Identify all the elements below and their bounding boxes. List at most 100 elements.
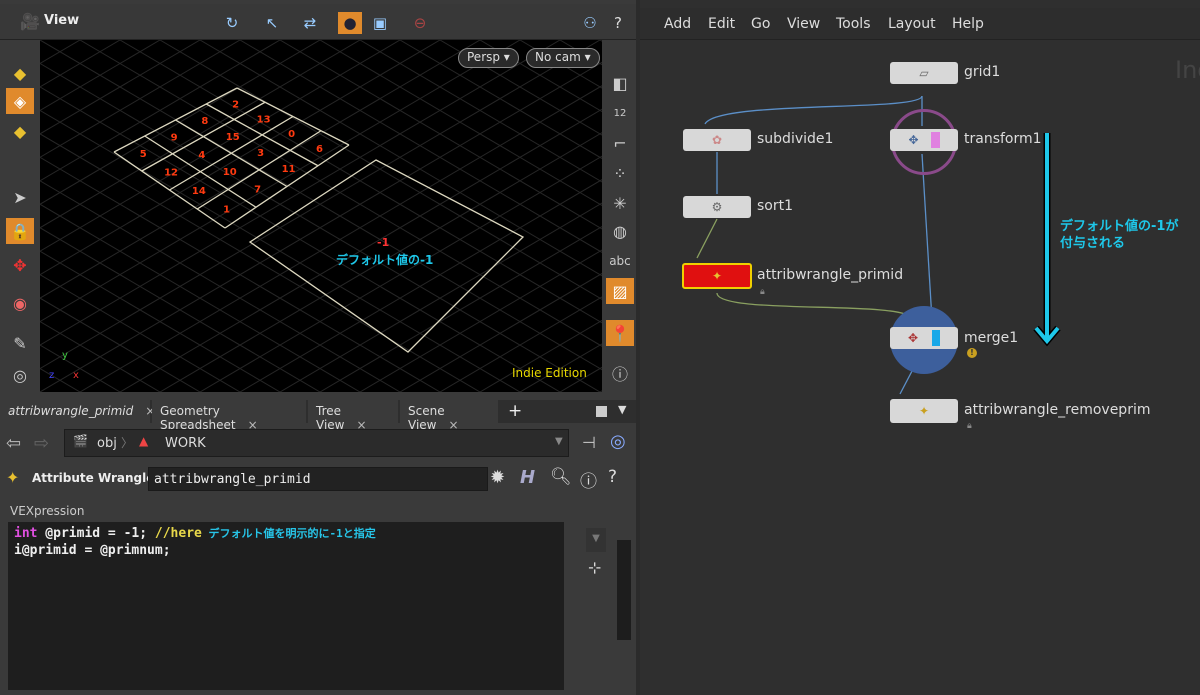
select-primitives-icon[interactable]: ◈ [6,88,34,114]
path-obj[interactable]: obj [97,436,117,451]
menu-layout[interactable]: Layout [888,16,936,32]
pin-pane-icon[interactable]: ⊣ [582,433,596,452]
wrangle-icon: ✦ [918,404,930,418]
frame-icon[interactable]: ▣ [368,12,392,34]
help-icon[interactable]: ? [608,467,617,487]
node-subdivide1[interactable]: ✿ [683,129,751,151]
houdini-help-icon[interactable]: H [520,467,535,488]
align-icon[interactable]: ⊹ [588,558,601,577]
tab-parameters[interactable]: attribwrangle_primid × [0,400,155,423]
node-name-input[interactable] [148,467,488,491]
node-attribwrangle-removeprim[interactable]: ✦ [890,399,958,423]
prim-id-label: 8 [201,116,208,127]
lock-icon[interactable]: 🔒 [6,218,34,244]
point-numbers-icon[interactable]: 12 [606,100,634,126]
render-icon[interactable]: ◎ [6,362,34,388]
ground-grid-line [559,39,1161,393]
tab-scene-view[interactable]: Scene View × [400,400,498,432]
gear-icon[interactable]: ✹ [490,467,505,488]
shading-icon[interactable]: ◍ [606,218,634,244]
axis-x: x [73,370,79,381]
3d-viewport[interactable]: 5 9 8 2 12 4 15 13 14 10 3 0 1 7 11 6 Persp ▾ No cam ▾ … [0,39,1200,393]
camera-view-icon[interactable]: ● [338,12,362,34]
viewport-canvas[interactable]: 5 9 8 2 12 4 15 13 14 10 3 0 1 7 11 6 [0,39,1200,393]
node-merge1[interactable]: ✥ [890,327,958,349]
node-transform1[interactable]: ✥ [890,129,958,151]
pose-icon[interactable]: ◉ [6,290,34,316]
tab-geometry-spreadsheet[interactable]: Geometry Spreadsheet × [152,400,306,432]
menu-view[interactable]: View [787,16,820,32]
transform-handle-icon[interactable]: ✥ [6,252,34,278]
vectors-icon[interactable]: ✳ [606,190,634,216]
display-flag [932,330,941,346]
wire [716,292,913,319]
path-dropdown-icon[interactable]: ▼ [555,436,563,447]
pane-menu-icon[interactable]: ▼ [618,403,626,416]
lock-icon: 🔒︎ [760,287,765,297]
node-attribwrangle-primid[interactable]: ✦ [682,263,752,289]
display-options-icon[interactable]: ◧ [606,70,634,96]
menu-tools[interactable]: Tools [836,16,871,32]
select-arrow-icon[interactable]: ➤ [6,184,34,210]
menu-add[interactable]: Add [664,16,691,32]
scroll-down-icon[interactable]: ▼ [586,528,606,552]
prim-id-label: 6 [316,144,323,155]
info-icon[interactable]: ⓘ [606,360,634,386]
text-display-icon[interactable]: abc [606,248,634,274]
persp-dropdown[interactable]: Persp ▾ [458,48,519,68]
pin-icon[interactable]: 📍 [606,320,634,346]
ground-grid-line [0,39,601,393]
tab-tree-view[interactable]: Tree View × [308,400,398,432]
vex-code-editor[interactable]: int @primid = -1; //here デフォルト値を明示的に-1と指… [8,522,564,690]
help-icon[interactable]: ? [606,12,630,34]
info-icon[interactable]: ⓘ [580,467,597,492]
points-icon[interactable]: ⁘ [606,160,634,186]
node-sort1[interactable]: ⚙ [683,196,751,218]
path-work[interactable]: WORK [165,436,206,451]
menu-edit[interactable]: Edit [708,16,735,32]
forward-icon[interactable]: ⇨ [34,433,49,454]
orbit-tool-icon[interactable]: ↻ [220,12,244,34]
warning-icon: ! [967,348,977,358]
ground-grid-line [0,39,521,346]
mesh-edge [196,130,322,210]
camera-dropdown[interactable]: No cam ▾ [526,48,600,68]
prim-id-label: 4 [198,150,205,161]
ground-grid-line [0,39,601,393]
select-objects-icon[interactable]: ◆ [6,60,34,86]
scrollbar[interactable] [617,540,631,640]
network-menubar: Add Edit Go View Tools Layout Help [640,8,1200,40]
no-entry-icon[interactable]: ⊖ [408,12,432,34]
ground-grid-line [39,39,641,393]
brush-icon[interactable]: ✎ [6,330,34,356]
camera-icon[interactable]: 🎥 [20,12,40,31]
maximize-icon[interactable] [596,406,607,417]
obj-icon: 🎬 [73,434,88,448]
ground-grid-line [79,39,681,393]
background-image-icon[interactable]: ▨ [606,278,634,304]
transform-icon: ✥ [908,133,919,147]
normals-icon[interactable]: ⌐ [606,130,634,156]
link-icon[interactable]: ◎ [610,431,626,452]
code-keyword: int [14,526,38,541]
ground-grid-line [359,39,961,393]
back-icon[interactable]: ⇦ [6,433,21,454]
select-points-icon[interactable]: ◆ [6,118,34,144]
dolly-tool-icon[interactable]: ⇄ [298,12,322,34]
viewer-title: View [44,13,80,28]
node-label: grid1 [964,64,1001,80]
path-bar[interactable]: 🎬 obj 〉 ▲ WORK ▼ [64,429,569,457]
users-icon[interactable]: ⚇ [578,12,602,34]
axis-y: y [62,350,68,361]
pan-tool-icon[interactable]: ↖ [260,12,284,34]
ground-grid-line [479,39,1081,393]
subdivide-icon: ✿ [711,133,723,147]
add-tab-button[interactable]: + [508,401,522,421]
prim-id-label: 9 [171,133,178,144]
grid-icon: ▱ [919,66,929,80]
search-icon[interactable]: 🔍︎ [550,467,572,487]
menu-go[interactable]: Go [751,16,770,32]
menu-help[interactable]: Help [952,16,984,32]
node-grid1[interactable]: ▱ [890,62,958,84]
node-label: sort1 [757,198,794,214]
